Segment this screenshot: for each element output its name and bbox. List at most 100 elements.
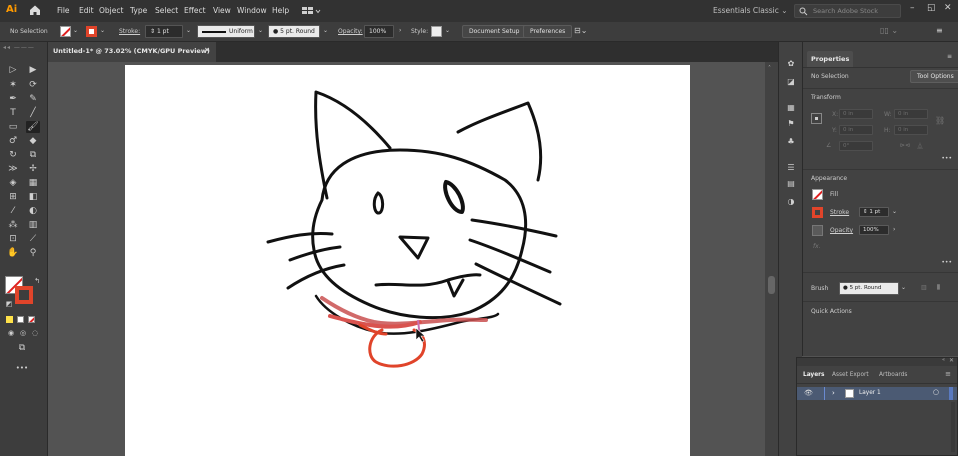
rectangle-tool-icon[interactable]: ▭ <box>6 121 20 133</box>
panel-menu-icon[interactable]: ≡ <box>936 26 943 35</box>
tab-artboards[interactable]: Artboards <box>879 372 907 378</box>
slice-tool-icon[interactable]: ⟋ <box>26 233 40 245</box>
opacity-label[interactable]: Opacity: <box>338 28 363 35</box>
flip-vertical-icon[interactable]: ⏅ <box>917 141 923 150</box>
stroke-weight-field[interactable]: ⇕ 1 pt <box>859 207 889 217</box>
scrollbar-thumb[interactable] <box>768 276 775 294</box>
brushes-icon[interactable]: ⚑ <box>784 118 798 130</box>
panel-grip[interactable]: ◂◂ ——— <box>3 44 43 51</box>
flip-horizontal-icon[interactable]: ⊳⊲ <box>900 142 910 149</box>
workspace-switcher[interactable]: Essentials Classic ⌄ <box>713 6 788 15</box>
swap-fill-stroke-icon[interactable]: ↰ <box>30 275 44 287</box>
color-mode-icon[interactable] <box>6 316 13 323</box>
free-transform-tool-icon[interactable]: ✢ <box>26 163 40 175</box>
rotate-tool-icon[interactable]: ↻ <box>6 149 20 161</box>
blend-tool-icon[interactable]: ◐ <box>26 205 40 217</box>
stroke-link[interactable]: Stroke <box>830 209 849 216</box>
variable-width-profile[interactable]: Uniform <box>197 25 255 38</box>
direct-selection-tool-icon[interactable]: ▶ <box>26 64 40 76</box>
opacity-link[interactable]: Opacity <box>830 227 853 234</box>
fx-effects-button[interactable]: fx. <box>813 243 821 250</box>
eraser-tool-icon[interactable]: ◆ <box>26 135 40 147</box>
search-stock-input[interactable]: Search Adobe Stock <box>794 4 901 18</box>
brush-field[interactable]: ● 5 pt. Round <box>839 282 899 295</box>
stroke-dropdown-icon[interactable]: ⌄ <box>100 27 105 34</box>
preferences-button[interactable]: Preferences <box>523 25 573 38</box>
collapse-panel-icon[interactable]: « <box>942 357 945 363</box>
brush-definition[interactable]: ● 5 pt. Round <box>268 25 320 38</box>
artboard-tool-icon[interactable]: ⊡ <box>6 233 20 245</box>
close-panel-icon[interactable]: ✕ <box>949 357 954 364</box>
maximize-icon[interactable]: ◱ <box>927 3 936 13</box>
line-tool-icon[interactable]: ╱ <box>26 107 40 119</box>
tool-options-button[interactable]: Tool Options <box>910 70 958 83</box>
brush-options-icon[interactable]: ⫼ <box>937 284 940 292</box>
menu-edit[interactable]: Edit <box>79 6 94 15</box>
width-tool-icon[interactable]: ≫ <box>6 163 20 175</box>
document-setup-button[interactable]: Document Setup <box>462 25 527 38</box>
column-graph-tool-icon[interactable]: ▥ <box>26 219 40 231</box>
close-icon[interactable]: ✕ <box>944 3 952 13</box>
screen-mode-icon[interactable]: ⧉ <box>15 342 29 354</box>
stroke-weight-dropdown-icon[interactable]: ⌄ <box>892 208 897 215</box>
expand-layer-icon[interactable]: › <box>832 389 835 397</box>
stroke-weight-dropdown-icon[interactable]: ⌄ <box>186 27 191 34</box>
style-dropdown-icon[interactable]: ⌄ <box>445 27 450 34</box>
target-icon[interactable]: ○ <box>933 388 939 396</box>
color-guide-icon[interactable]: ✿ <box>784 58 798 70</box>
arrange-icon[interactable]: ▯▯ ⌄ <box>880 26 898 35</box>
arrange-documents-icon[interactable] <box>302 6 322 16</box>
paintbrush-tool-icon[interactable]: 🖌 <box>26 121 40 133</box>
shaper-tool-icon[interactable]: ♂ <box>6 135 20 147</box>
zoom-tool-icon[interactable]: ⚲ <box>26 247 40 259</box>
panel-header[interactable]: « ✕ <box>797 357 957 366</box>
opacity-arrow-icon[interactable]: › <box>893 226 895 233</box>
align-options-icon[interactable]: ⊟⌄ <box>574 26 587 35</box>
vertical-scrollbar[interactable]: ˄ <box>765 62 778 456</box>
layers-scrollbar[interactable] <box>951 402 955 452</box>
w-field[interactable]: 0 in <box>894 109 928 119</box>
stroke-color-swatch[interactable] <box>15 286 33 304</box>
panel-menu-icon[interactable]: ≡ <box>947 53 952 60</box>
stroke-panel-icon[interactable]: ☰ <box>784 162 798 174</box>
default-fill-stroke-icon[interactable]: ◩ <box>2 298 16 310</box>
hand-tool-icon[interactable]: ✋ <box>6 247 20 259</box>
gradient-panel-icon[interactable]: ▤ <box>784 178 798 190</box>
scale-tool-icon[interactable]: ⧉ <box>26 149 40 161</box>
perspective-grid-tool-icon[interactable]: ▦ <box>26 177 40 189</box>
menu-effect[interactable]: Effect <box>184 6 206 15</box>
magic-wand-tool-icon[interactable]: ✶ <box>6 79 20 91</box>
y-field[interactable]: 0 in <box>839 125 873 135</box>
shape-builder-tool-icon[interactable]: ◈ <box>6 177 20 189</box>
artboard[interactable] <box>125 65 690 456</box>
stroke-label[interactable]: Stroke: <box>119 28 140 35</box>
draw-inside-icon[interactable]: ◌ <box>28 327 42 339</box>
layer-row[interactable]: 👁 › Layer 1 ○ <box>797 387 957 400</box>
properties-tab[interactable]: Properties <box>807 51 853 67</box>
menu-window[interactable]: Window <box>237 6 267 15</box>
eyedropper-tool-icon[interactable]: ⁄ <box>6 205 20 217</box>
none-mode-icon[interactable] <box>28 316 35 323</box>
stepper-icon[interactable]: ⇕ <box>150 28 157 35</box>
transform-more-icon[interactable]: ••• <box>941 155 952 162</box>
graphic-style-swatch[interactable] <box>431 26 442 37</box>
home-icon[interactable] <box>28 3 42 17</box>
mesh-tool-icon[interactable]: ⊞ <box>6 191 20 203</box>
fill-dropdown-icon[interactable]: ⌄ <box>73 27 78 34</box>
stroke-weight-field[interactable]: ⇕ 1 pt <box>145 25 183 38</box>
reference-point-icon[interactable] <box>811 113 822 124</box>
edit-toolbar-icon[interactable]: ••• <box>15 362 29 374</box>
appearance-more-icon[interactable]: ••• <box>941 259 952 266</box>
h-field[interactable]: 0 in <box>894 125 928 135</box>
menu-type[interactable]: Type <box>130 6 147 15</box>
fill-swatch[interactable] <box>60 26 71 37</box>
lasso-tool-icon[interactable]: ⟳ <box>26 79 40 91</box>
menu-view[interactable]: View <box>213 6 231 15</box>
eye-icon[interactable]: 👁 <box>804 389 813 397</box>
appearance-fill-swatch[interactable] <box>812 189 823 200</box>
symbols-icon[interactable]: ♣ <box>784 136 798 148</box>
pen-tool-icon[interactable]: ✒ <box>6 93 20 105</box>
tab-layers[interactable]: Layers <box>803 372 824 378</box>
stroke-swatch[interactable] <box>86 26 97 37</box>
menu-file[interactable]: File <box>57 6 70 15</box>
